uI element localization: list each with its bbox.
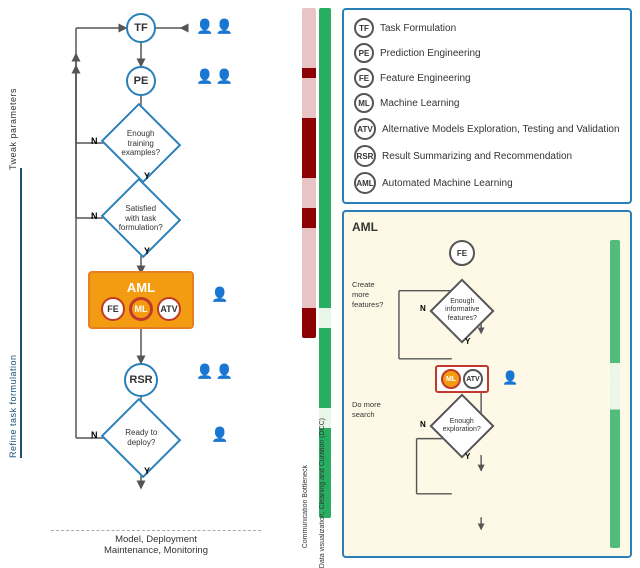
aml-d2-n-label: N [420, 420, 426, 429]
aml-diagram-inner: FE Enoughinformativefeatures? N Y Create… [352, 240, 622, 548]
aml-ml-mini: ML [441, 369, 461, 389]
aml-d1-n-label: N [420, 304, 426, 313]
legend-aml: AML Automated Machine Learning [354, 172, 620, 194]
diamond3-n-label: N [91, 430, 98, 440]
fe-inner-node: FE [101, 297, 125, 321]
satisfied-diamond: Satisfiedwith taskformulation? [101, 178, 182, 259]
legend-aml-text: Automated Machine Learning [382, 177, 513, 190]
aml-diagram-title: AML [352, 220, 622, 234]
legend-ml-circle: ML [354, 93, 374, 113]
legend-ml-text: Machine Learning [380, 97, 460, 110]
pe-node: PE [126, 66, 156, 96]
legend-rsr: RSR Result Summarizing and Recommendatio… [354, 145, 620, 167]
legend-atv-circle: ATV [354, 118, 376, 140]
aml-fe-node: FE [449, 240, 475, 266]
aml-d1-y-label: Y [465, 337, 470, 346]
communication-bottleneck-bar: Communication Bottleneck [302, 8, 316, 518]
diamond1-n-label: N [91, 136, 98, 146]
aml-inner-svg [352, 240, 622, 548]
legend-fe: FE Feature Engineering [354, 68, 620, 88]
tweak-parameters-label: Tweak parameters [8, 88, 18, 170]
dcc-bar: Data visualization, Cleaning and Curatio… [319, 8, 331, 518]
create-features-label: Create morefeatures? [352, 280, 392, 309]
diamond2-y-label: Y [144, 246, 150, 256]
aml-green-bar [610, 240, 620, 548]
legend-tf: TF Task Formulation [354, 18, 620, 38]
legend-tf-circle: TF [354, 18, 374, 38]
legend-aml-circle: AML [354, 172, 376, 194]
aml-atv-mini: ATV [463, 369, 483, 389]
legend-atv: ATV Alternative Models Exploration, Test… [354, 118, 620, 140]
legend-fe-text: Feature Engineering [380, 72, 471, 85]
tf-node: TF [126, 13, 156, 43]
diamond1-y-label: Y [144, 171, 150, 181]
legend-rsr-circle: RSR [354, 145, 376, 167]
person-icons-pe: 👤 👤 [196, 68, 233, 85]
person-icon-deploy: 👤 [211, 426, 228, 443]
enough-training-diamond: Enoughtrainingexamples? [101, 103, 182, 184]
legend-pe-circle: PE [354, 43, 374, 63]
aml-person-icon: 👤 [502, 370, 518, 386]
flowchart-panel: Tweak parameters Refine task formulation [8, 8, 298, 558]
legend-box: TF Task Formulation PE Prediction Engine… [342, 8, 632, 204]
main-container: Tweak parameters Refine task formulation [0, 0, 640, 566]
legend-pe-text: Prediction Engineering [380, 47, 481, 60]
ml-inner-node: ML [129, 297, 153, 321]
legend-rsr-text: Result Summarizing and Recommendation [382, 150, 572, 163]
refine-formulation-label: Refine task formulation [8, 168, 22, 458]
rsr-node: RSR [124, 363, 158, 397]
ready-deploy-diamond: Ready todeploy? [101, 398, 182, 479]
bottleneck-label: Communication Bottleneck [302, 465, 316, 548]
aml-enough-exploration-diamond: Enoughexploration? [429, 393, 494, 458]
right-panel: TF Task Formulation PE Prediction Engine… [342, 8, 632, 558]
bars-panel: Communication Bottleneck Data visualizat… [302, 8, 338, 548]
legend-atv-text: Alternative Models Exploration, Testing … [382, 123, 620, 136]
aml-diagram-box: AML [342, 210, 632, 558]
person-icons-rsr: 👤 👤 [196, 363, 233, 380]
legend-ml: ML Machine Learning [354, 93, 620, 113]
aml-enough-informative-diamond: Enoughinformativefeatures? [429, 278, 494, 343]
do-more-search-label: Do moresearch [352, 400, 407, 420]
flow-area: TF PE Enoughtrainingexamples? N Y Satisf… [36, 8, 276, 558]
aml-box: AML FE ML ATV [88, 271, 194, 329]
diamond2-n-label: N [91, 211, 98, 221]
bottom-label: Model, Deployment Maintenance, Monitorin… [51, 530, 261, 556]
person-icons-tf: 👤 👤 [196, 18, 233, 35]
aml-ml-atv-box: ML ATV [435, 365, 489, 393]
person-icon-aml: 👤 [211, 286, 228, 303]
diamond3-y-label: Y [144, 466, 150, 476]
dcc-label: Data visualization, Cleaning and Curatio… [319, 418, 331, 568]
legend-tf-text: Task Formulation [380, 22, 456, 35]
legend-pe: PE Prediction Engineering [354, 43, 620, 63]
atv-inner-node: ATV [157, 297, 181, 321]
legend-fe-circle: FE [354, 68, 374, 88]
aml-d2-y-label: Y [465, 452, 470, 461]
